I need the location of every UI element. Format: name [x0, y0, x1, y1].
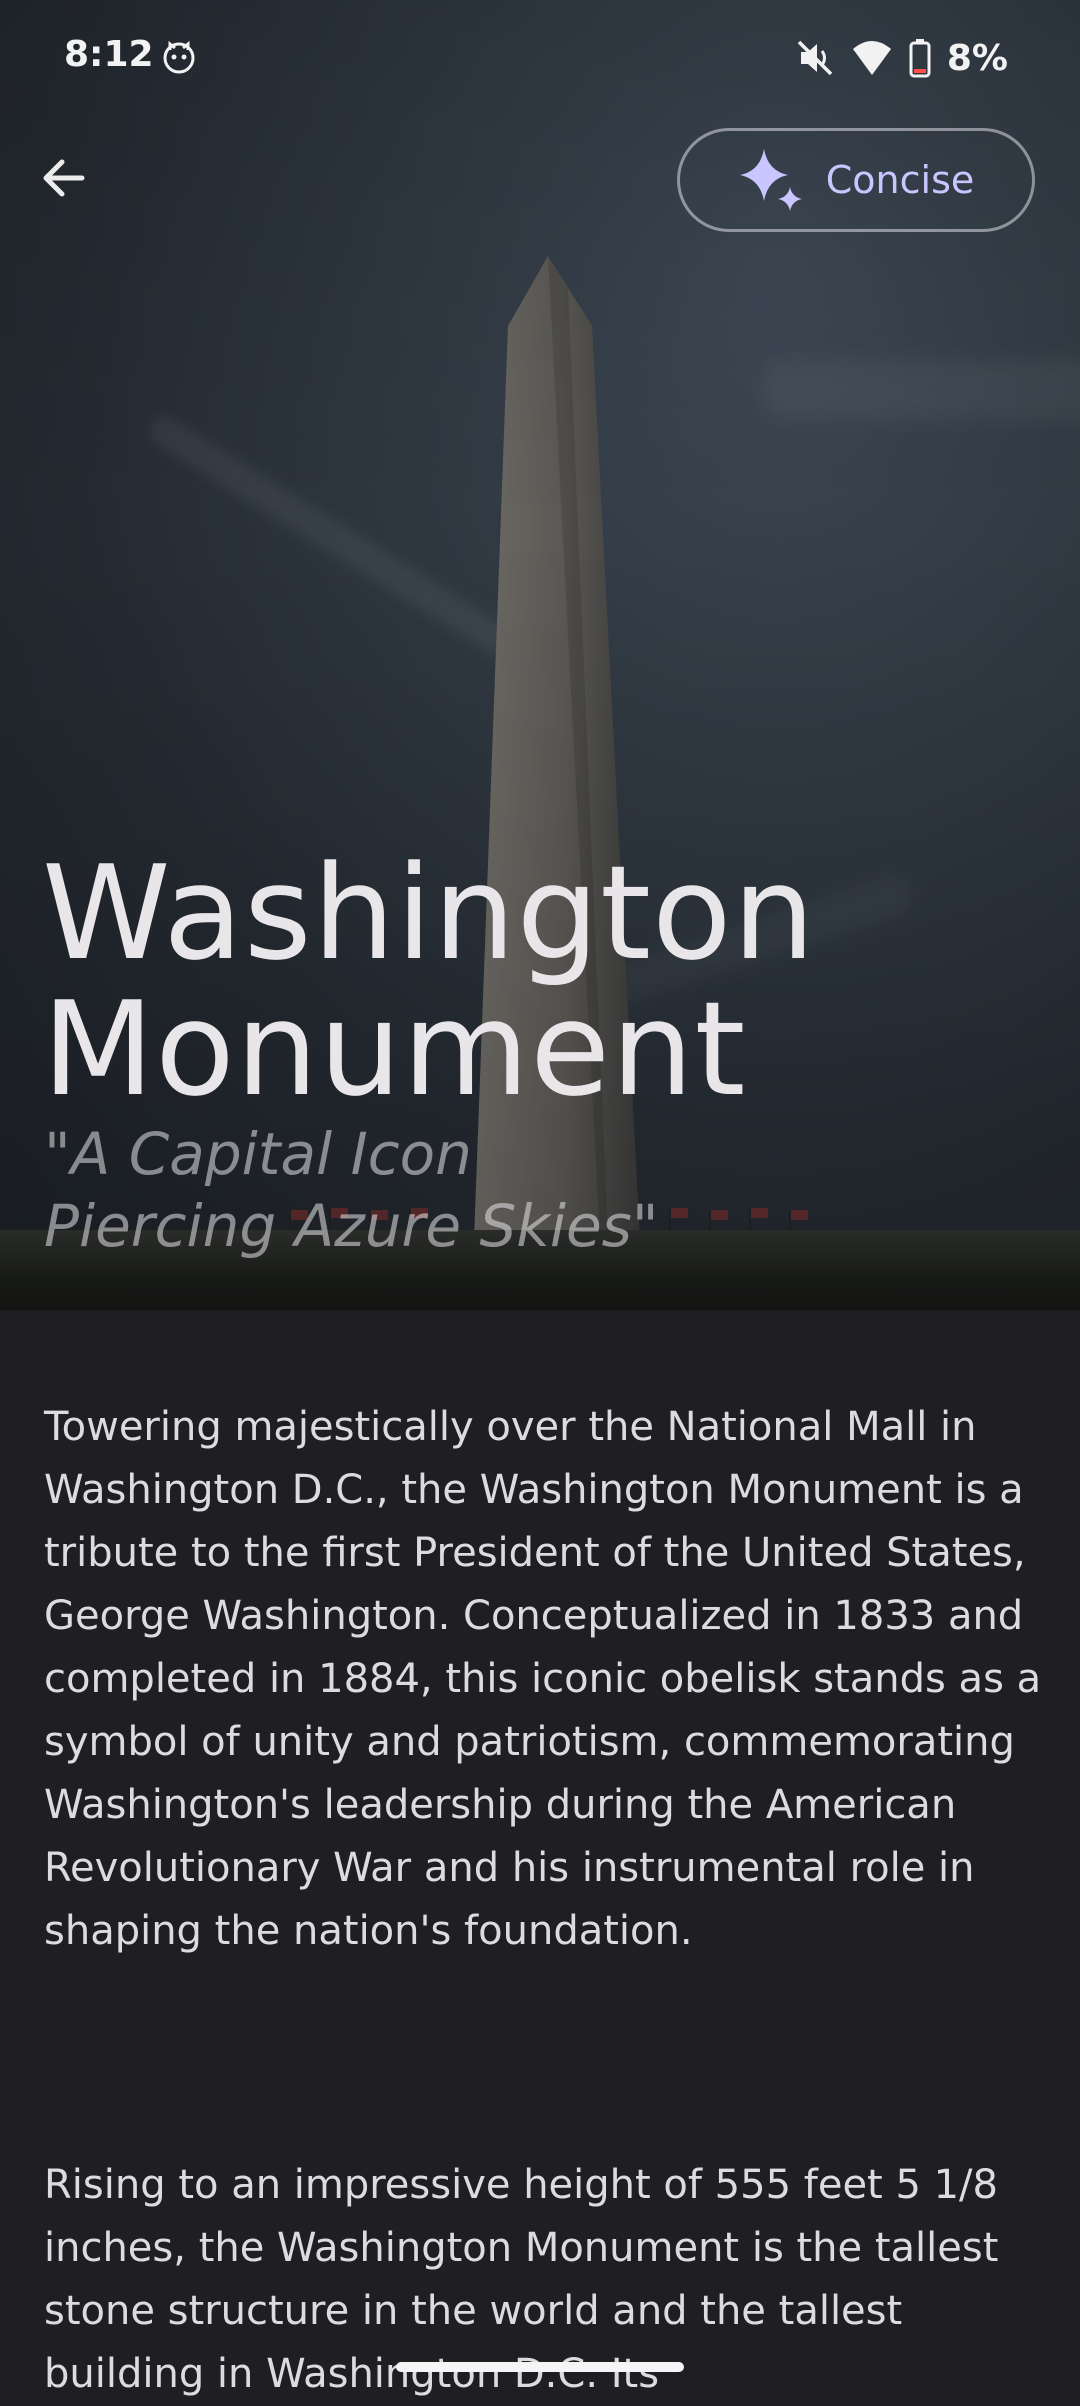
- concise-mode-button[interactable]: Concise: [677, 128, 1035, 232]
- back-arrow-icon[interactable]: [36, 150, 92, 206]
- notification-icon: [163, 40, 195, 74]
- concise-button-label: Concise: [825, 158, 975, 202]
- tagline: "A Capital Icon Piercing Azure Skies": [44, 1120, 659, 1260]
- article-paragraph: Towering majestically over the National …: [44, 1404, 1042, 1954]
- mute-icon: [797, 40, 833, 76]
- status-time: 8:12: [64, 34, 154, 75]
- status-bar: 8:12 8%: [0, 0, 1080, 118]
- battery-icon: [909, 39, 931, 78]
- sparkle-icon: [739, 149, 802, 211]
- wifi-icon: [852, 41, 891, 75]
- gesture-home-bar[interactable]: [396, 2362, 684, 2372]
- page-title: Washington Monument: [42, 837, 816, 1125]
- battery-percent: 8%: [946, 37, 1008, 79]
